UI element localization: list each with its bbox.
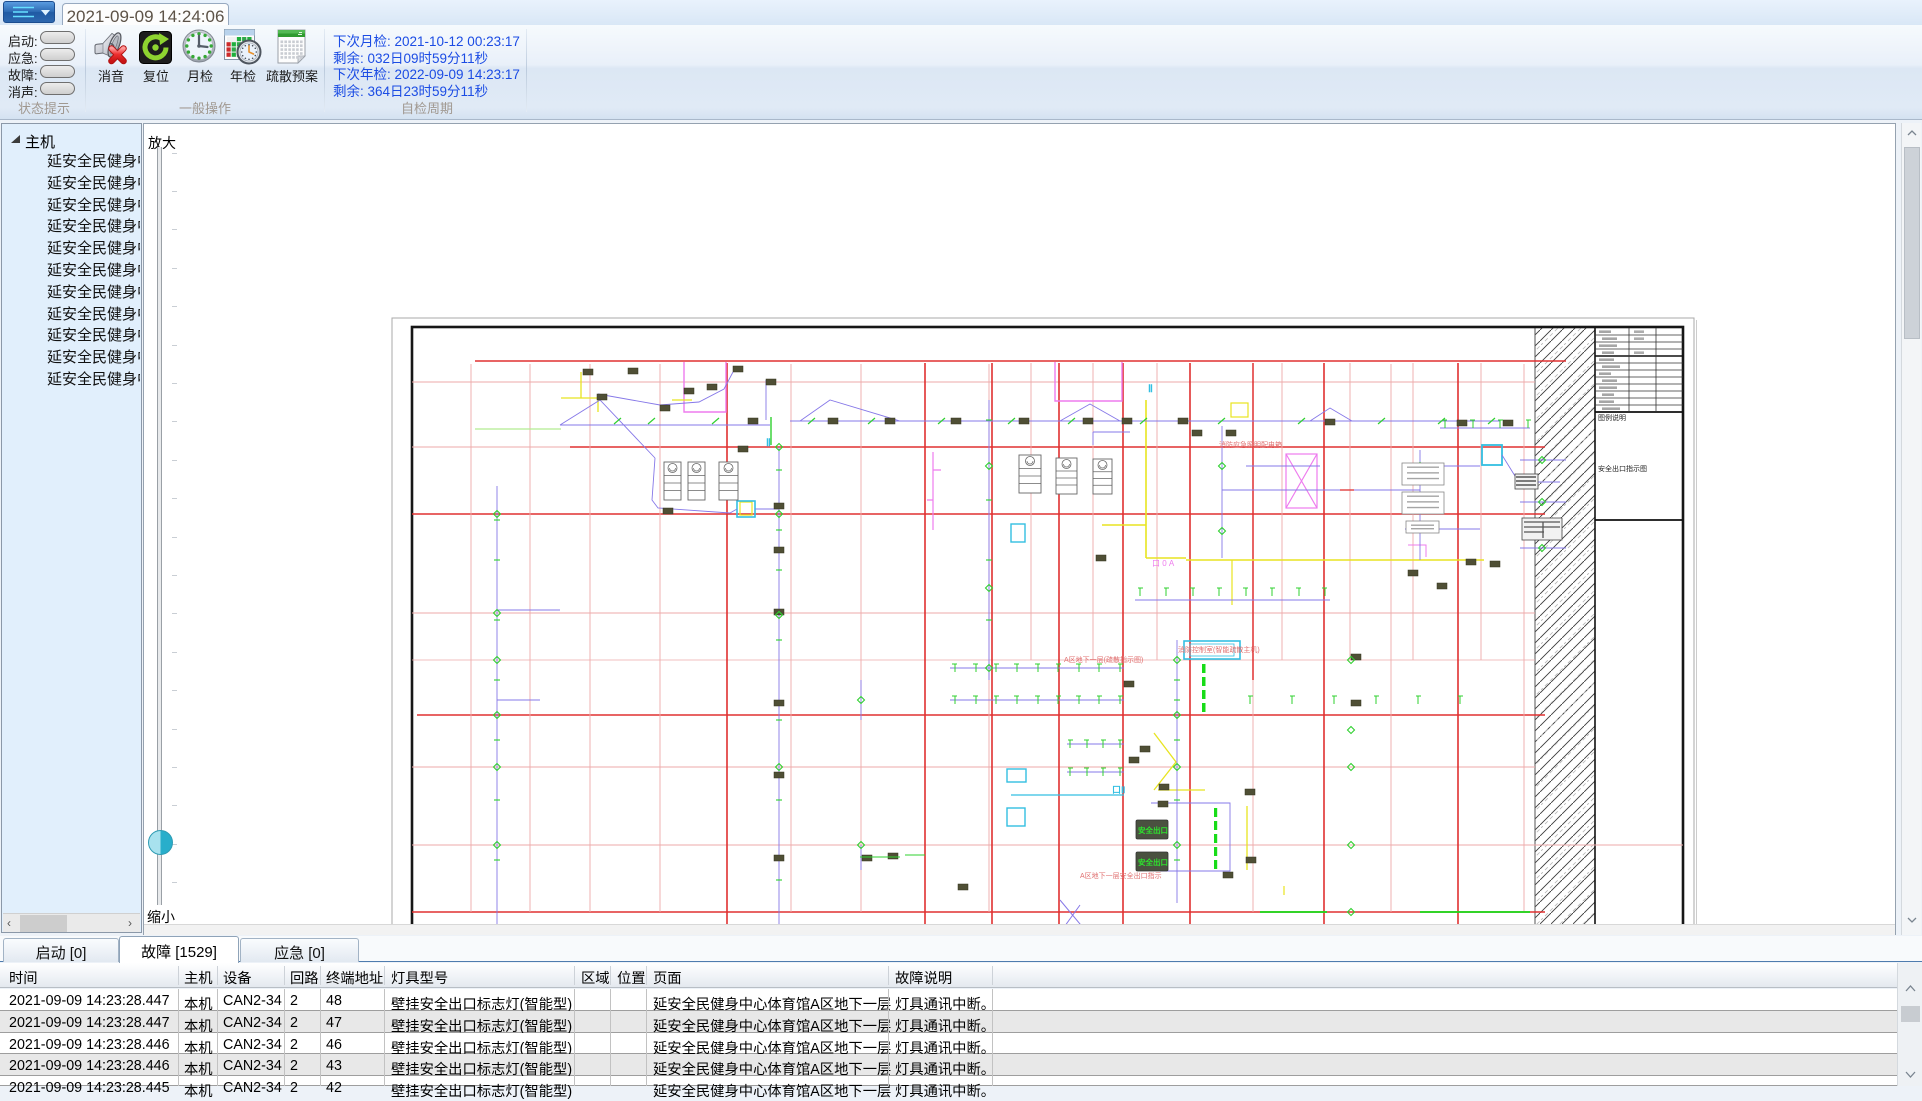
svg-text:安全出口: 安全出口 (1138, 857, 1168, 867)
svg-text:A区地下一层安全出口指示: A区地下一层安全出口指示 (1080, 871, 1162, 880)
svg-text:安全出口: 安全出口 (1138, 825, 1168, 835)
svg-text:A区地下一层(疏散指示图): A区地下一层(疏散指示图) (1064, 655, 1143, 664)
svg-text:安全出口指示图: 安全出口指示图 (1598, 464, 1647, 473)
svg-text:口 0 A: 口 0 A (1152, 559, 1175, 568)
svg-text:消防控制室(智能疏散主机): 消防控制室(智能疏散主机) (1178, 645, 1260, 654)
svg-text:口Ⅱ: 口Ⅱ (1112, 785, 1125, 795)
svg-text:Ⅱ: Ⅱ (1148, 384, 1153, 395)
svg-text:消防应急照明配电箱: 消防应急照明配电箱 (1219, 440, 1282, 449)
svg-text:Ⅱ: Ⅱ (766, 438, 771, 449)
svg-text:图例说明: 图例说明 (1598, 413, 1626, 422)
